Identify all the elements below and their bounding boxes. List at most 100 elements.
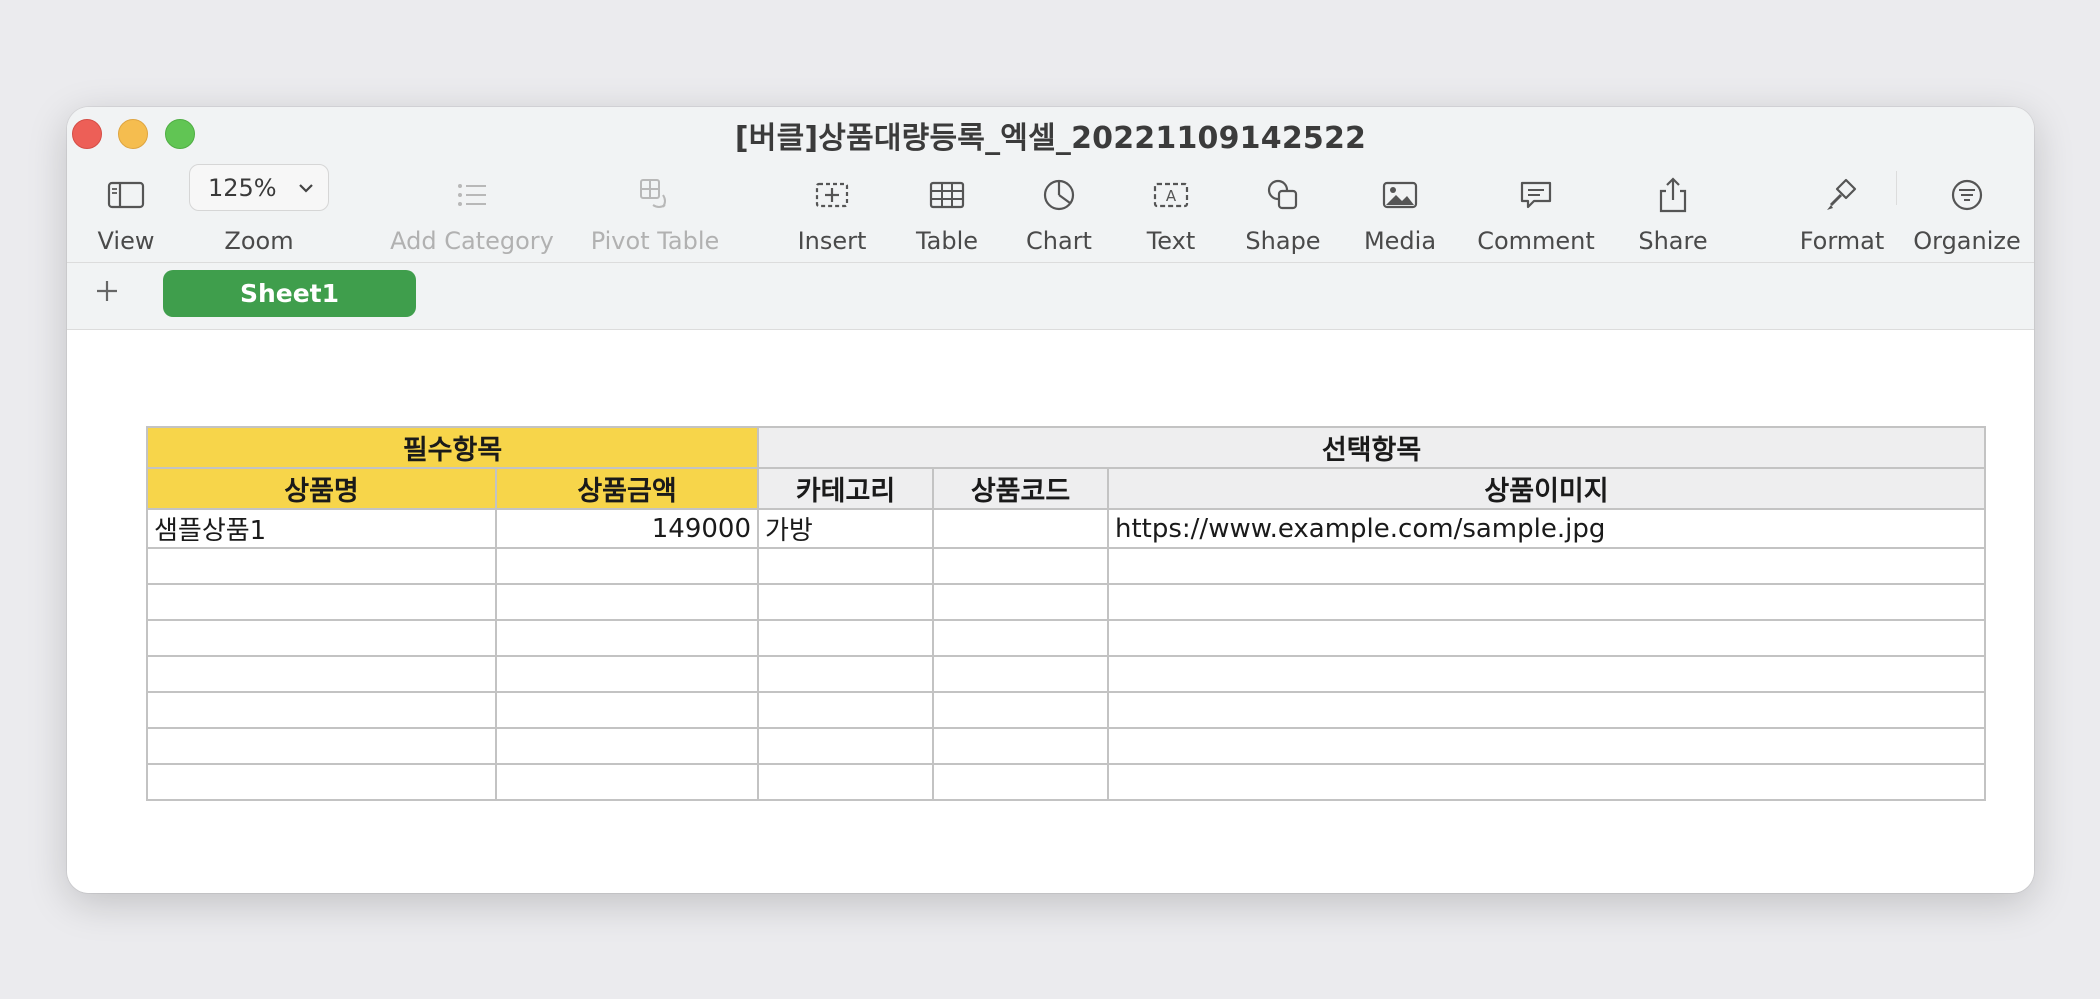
shape-button[interactable]: Shape <box>1233 161 1333 259</box>
table-cell[interactable] <box>146 691 497 729</box>
table-row <box>146 763 1987 801</box>
table-cell[interactable] <box>1106 655 1987 693</box>
pie-chart-icon <box>1043 179 1075 211</box>
optional-group-header[interactable]: 선택항목 <box>756 426 1987 469</box>
table-cell[interactable] <box>932 727 1109 765</box>
table-cell[interactable] <box>146 547 497 585</box>
pivot-table-label: Pivot Table <box>590 227 720 255</box>
table-cell[interactable] <box>1106 583 1987 621</box>
table-cell[interactable]: 샘플상품1 <box>146 508 497 549</box>
table-cell[interactable] <box>932 763 1109 801</box>
table-cell[interactable] <box>146 619 497 657</box>
table-cell[interactable] <box>1106 547 1987 585</box>
text-box-icon: A <box>1153 182 1189 208</box>
sheet-canvas: 필수항목 선택항목 상품명 상품금액 카테고리 상품코드 상품이미지 샘플상품1… <box>67 330 2034 893</box>
table-cell[interactable] <box>932 547 1109 585</box>
table-cell[interactable] <box>495 547 759 585</box>
product-table: 필수항목 선택항목 상품명 상품금액 카테고리 상품코드 상품이미지 샘플상품1… <box>146 426 1987 801</box>
table-cell[interactable] <box>932 508 1109 549</box>
plus-icon[interactable] <box>89 273 125 309</box>
table-cell[interactable] <box>932 655 1109 693</box>
table-cell[interactable] <box>146 583 497 621</box>
table-row <box>146 727 1987 765</box>
table-cell[interactable] <box>1106 691 1987 729</box>
table-row <box>146 691 1987 729</box>
table-cell[interactable] <box>757 691 934 729</box>
photo-icon <box>1382 181 1418 209</box>
media-button[interactable]: Media <box>1350 161 1450 259</box>
table-button[interactable]: Table <box>897 161 997 259</box>
text-label: Text <box>1146 227 1196 255</box>
format-label: Format <box>1799 227 1885 255</box>
column-header[interactable]: 상품이미지 <box>1106 467 1987 510</box>
insert-icon <box>815 182 849 208</box>
table-row: 샘플상품1 149000 가방 https://www.example.com/… <box>146 508 1987 549</box>
format-button[interactable]: Format <box>1787 161 1897 259</box>
table-cell[interactable] <box>495 583 759 621</box>
table-cell[interactable]: https://www.example.com/sample.jpg <box>1106 508 1987 549</box>
pivot-table-icon <box>640 179 666 208</box>
shape-icon <box>1267 179 1298 210</box>
table-cell[interactable] <box>146 763 497 801</box>
sheet-tab[interactable]: Sheet1 <box>163 270 416 317</box>
text-button[interactable]: A Text <box>1121 161 1221 259</box>
table-cell[interactable] <box>757 655 934 693</box>
column-header[interactable]: 상품명 <box>146 467 497 510</box>
insert-label: Insert <box>797 227 867 255</box>
zoom-label-wrap: Zoom <box>209 161 309 259</box>
table-row <box>146 619 1987 657</box>
table-cell[interactable] <box>146 727 497 765</box>
column-header-row: 상품명 상품금액 카테고리 상품코드 상품이미지 <box>146 467 1987 510</box>
comment-button[interactable]: Comment <box>1467 161 1605 259</box>
table-cell[interactable] <box>146 655 497 693</box>
insert-button[interactable]: Insert <box>777 161 887 259</box>
chart-label: Chart <box>1026 227 1092 255</box>
pivot-table-button[interactable]: Pivot Table <box>570 161 740 259</box>
table-cell[interactable] <box>1106 763 1987 801</box>
svg-text:A: A <box>1166 187 1177 205</box>
table-cell[interactable] <box>757 727 934 765</box>
table-cell[interactable]: 가방 <box>757 508 934 549</box>
table-cell[interactable] <box>1106 727 1987 765</box>
organize-icon <box>1951 179 1983 211</box>
table-row <box>146 547 1987 585</box>
share-button[interactable]: Share <box>1623 161 1723 259</box>
share-icon <box>1659 177 1687 213</box>
document-title: [버클]상품대량등록_엑셀_20221109142522 <box>734 121 1367 156</box>
column-header[interactable]: 상품금액 <box>495 467 759 510</box>
table-row <box>146 583 1987 621</box>
table-cell[interactable] <box>757 763 934 801</box>
table-cell[interactable] <box>757 583 934 621</box>
table-cell[interactable] <box>932 691 1109 729</box>
table-cell[interactable] <box>757 547 934 585</box>
view-label: View <box>97 227 155 255</box>
view-button[interactable]: View <box>79 161 173 259</box>
table-cell[interactable] <box>495 691 759 729</box>
organize-button[interactable]: Organize <box>1905 161 2029 259</box>
paintbrush-icon <box>1827 178 1857 210</box>
required-group-header[interactable]: 필수항목 <box>146 426 759 469</box>
chart-button[interactable]: Chart <box>1009 161 1109 259</box>
table-cell[interactable] <box>495 619 759 657</box>
column-header[interactable]: 상품코드 <box>932 467 1109 510</box>
comment-icon <box>1520 181 1552 209</box>
table-cell[interactable] <box>495 655 759 693</box>
table-icon <box>929 181 965 209</box>
share-label: Share <box>1638 227 1708 255</box>
table-row <box>146 655 1987 693</box>
comment-label: Comment <box>1477 227 1595 255</box>
toolbar-divider <box>1896 171 1897 205</box>
table-cell[interactable] <box>1106 619 1987 657</box>
table-cell[interactable] <box>757 619 934 657</box>
media-label: Media <box>1363 227 1437 255</box>
table-cell[interactable] <box>932 583 1109 621</box>
table-cell[interactable] <box>932 619 1109 657</box>
organize-label: Organize <box>1913 227 2021 255</box>
sidebar-icon <box>107 181 145 209</box>
column-header[interactable]: 카테고리 <box>757 467 934 510</box>
table-cell[interactable]: 149000 <box>495 508 759 549</box>
table-cell[interactable] <box>495 727 759 765</box>
shape-label: Shape <box>1245 227 1321 255</box>
table-cell[interactable] <box>495 763 759 801</box>
list-icon <box>458 184 486 206</box>
